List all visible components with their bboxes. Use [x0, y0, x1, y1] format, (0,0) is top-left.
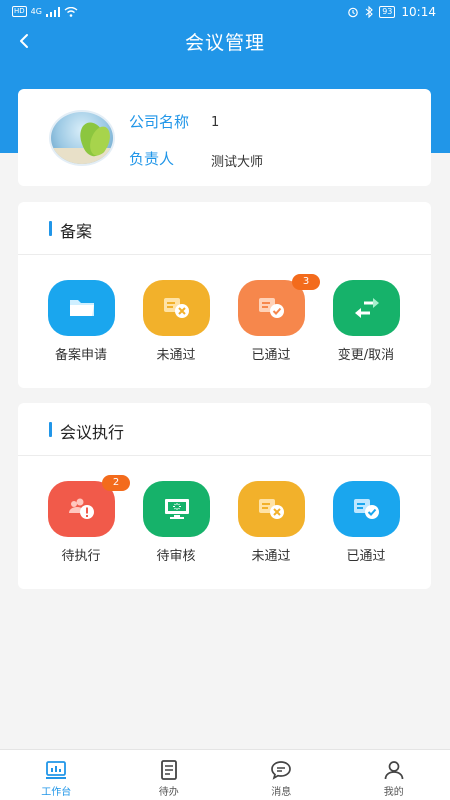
tab-workbench[interactable]: 工作台 — [0, 750, 113, 800]
company-info-card: 公司名称 1 负责人 测试大师 — [18, 89, 431, 186]
tab-todo-label: 待办 — [158, 787, 179, 798]
filing-section-title: 备案 — [60, 222, 93, 241]
owner-label: 负责人 — [129, 150, 175, 168]
company-name-label: 公司名称 — [129, 113, 190, 131]
meeting-section-header: 会议执行 — [18, 403, 431, 456]
meeting-execution-section: 会议执行 2 待执行 待审核 未通过 已通过 — [18, 403, 431, 589]
page-title: 会议管理 — [184, 32, 265, 54]
approved-count-badge: 3 — [292, 274, 320, 290]
meeting-review-label: 待审核 — [156, 549, 196, 564]
tab-profile-label: 我的 — [383, 787, 404, 798]
company-name-value: 1 — [211, 115, 220, 130]
filing-approved-button[interactable]: 3 已通过 — [226, 274, 320, 370]
monitor-review-icon — [143, 481, 210, 537]
filing-apply-label: 备案申请 — [54, 348, 107, 363]
tab-messages-label: 消息 — [271, 787, 292, 798]
owner-value: 测试大师 — [211, 155, 264, 170]
meeting-pending-button[interactable]: 2 待执行 — [36, 475, 130, 571]
filing-change-cancel-button[interactable]: 变更/取消 — [321, 280, 411, 370]
nav-bar: 会议管理 — [0, 24, 450, 60]
wifi-icon — [64, 6, 78, 17]
signal-icon — [45, 6, 60, 17]
meeting-pending-label: 待执行 — [61, 549, 101, 564]
meeting-rejected-label: 未通过 — [251, 549, 291, 564]
filing-section-header: 备案 — [18, 202, 431, 255]
filing-change-cancel-label: 变更/取消 — [337, 348, 395, 363]
hd-badge: HD — [12, 6, 27, 17]
todo-icon — [160, 760, 177, 780]
filing-apply-button[interactable]: 备案申请 — [36, 280, 126, 370]
meeting-approved-button[interactable]: 已通过 — [321, 481, 411, 571]
folder-icon — [48, 280, 115, 336]
tab-todo[interactable]: 待办 — [113, 750, 226, 800]
section-accent-bar — [49, 422, 52, 437]
tab-messages[interactable]: 消息 — [225, 750, 338, 800]
filing-rejected-label: 未通过 — [156, 348, 196, 363]
pending-count-badge: 2 — [102, 475, 130, 491]
battery-level: 93 — [379, 6, 396, 18]
meeting-rejected-button[interactable]: 未通过 — [226, 481, 316, 571]
dashboard-icon — [46, 761, 67, 779]
bluetooth-icon — [365, 6, 374, 18]
tab-workbench-label: 工作台 — [41, 787, 72, 798]
network-type: 4G — [30, 7, 42, 16]
swap-arrows-icon — [333, 280, 400, 336]
company-logo — [49, 110, 115, 166]
status-bar: HD 4G 93 10:14 — [0, 0, 450, 24]
approved-doc-icon — [333, 481, 400, 537]
rejected-doc-icon — [143, 280, 210, 336]
filing-section: 备案 备案申请 未通过 3 已通过 变更/取消 — [18, 202, 431, 388]
filing-approved-label: 已通过 — [251, 348, 291, 363]
section-accent-bar — [49, 221, 52, 236]
rejected-doc-icon — [238, 481, 305, 537]
meeting-approved-label: 已通过 — [346, 549, 386, 564]
bottom-tab-bar: 工作台 待办 消息 我的 — [0, 749, 450, 800]
message-icon — [271, 761, 292, 780]
user-icon — [384, 761, 404, 780]
filing-rejected-button[interactable]: 未通过 — [131, 280, 221, 370]
alarm-icon — [348, 7, 359, 18]
meeting-review-button[interactable]: 待审核 — [131, 481, 221, 571]
status-time: 10:14 — [401, 5, 436, 19]
tab-profile[interactable]: 我的 — [338, 750, 450, 800]
meeting-section-title: 会议执行 — [60, 423, 125, 442]
